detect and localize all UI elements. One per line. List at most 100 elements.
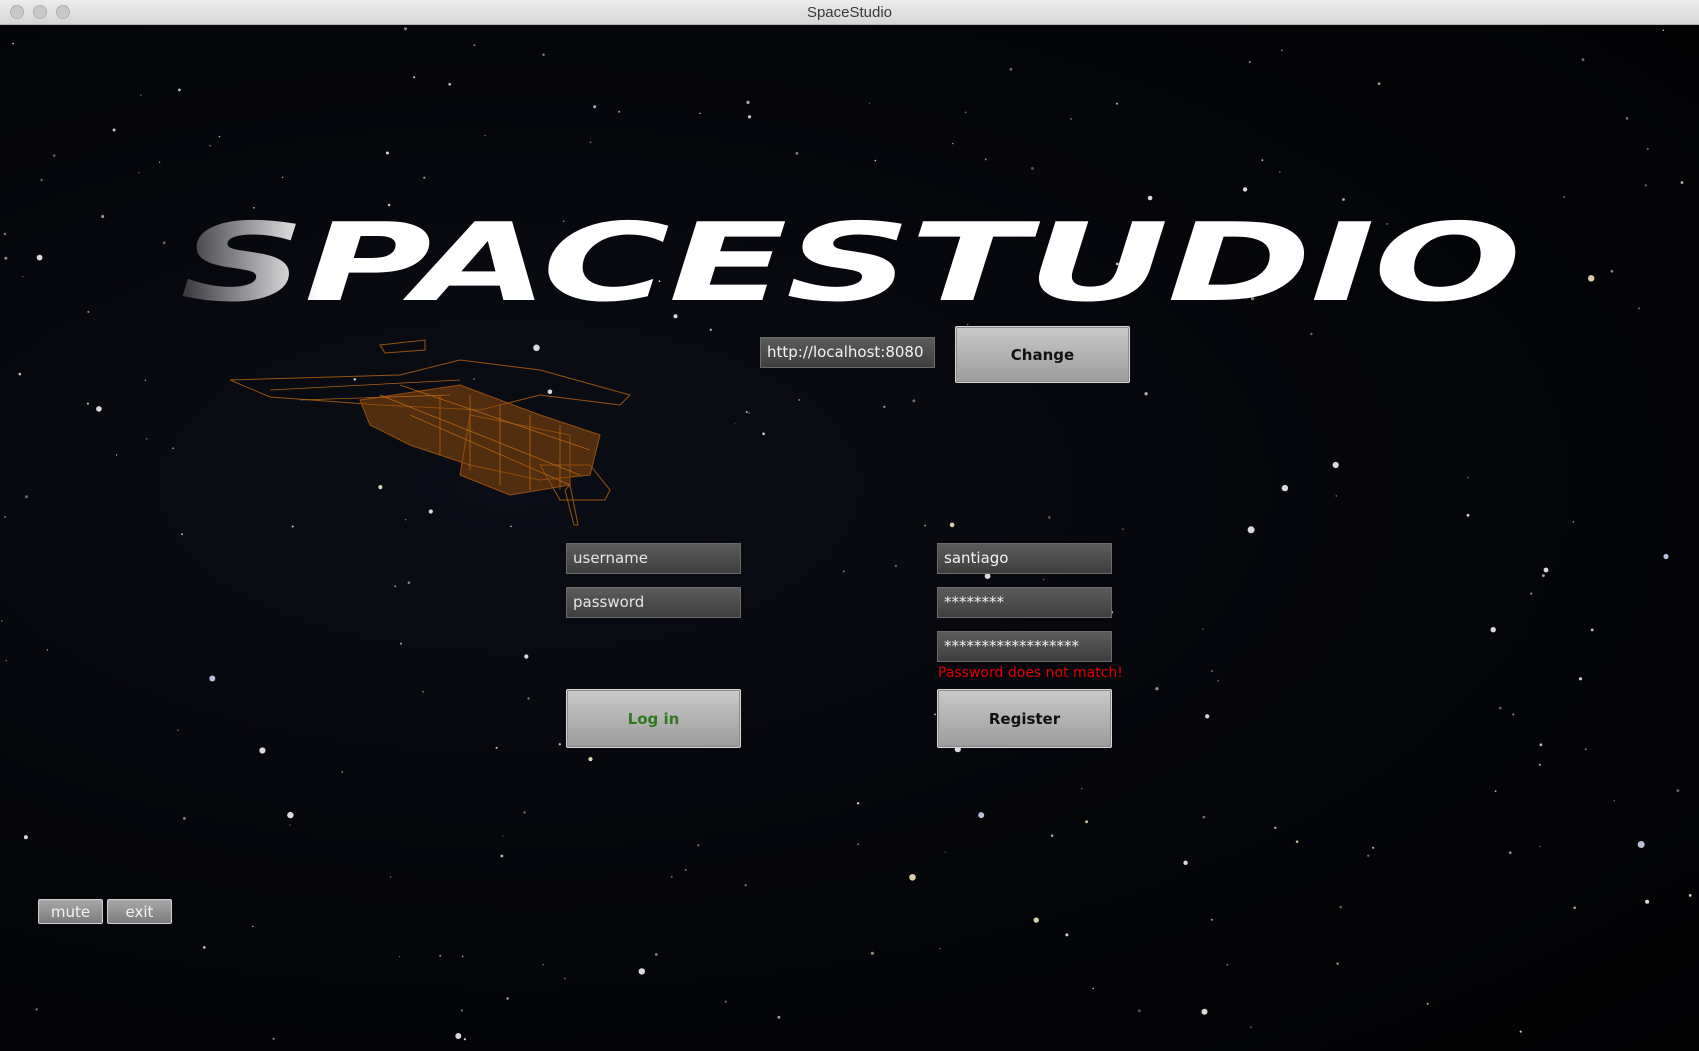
change-server-label: Change <box>1010 345 1075 364</box>
star <box>439 954 442 957</box>
star <box>1339 905 1343 909</box>
mute-button[interactable]: mute <box>38 899 103 924</box>
star <box>1310 332 1313 336</box>
register-username-field[interactable]: santiago <box>937 543 1112 574</box>
star <box>593 105 597 109</box>
register-button[interactable]: Register <box>937 689 1112 748</box>
login-username-field[interactable]: username <box>566 543 741 574</box>
star <box>924 524 926 527</box>
star <box>1539 743 1543 747</box>
star <box>1211 670 1213 672</box>
star <box>1563 196 1565 198</box>
star <box>1247 526 1255 534</box>
star <box>407 581 411 584</box>
password-mismatch-error: Password does not match! <box>938 665 1123 681</box>
star <box>697 844 700 847</box>
star <box>389 876 392 878</box>
star <box>1676 789 1680 793</box>
register-confirm-password-field[interactable]: ****************** <box>937 631 1112 662</box>
star <box>87 310 90 313</box>
star <box>181 533 183 536</box>
star <box>455 1033 462 1039</box>
star <box>1031 167 1034 170</box>
star <box>874 159 877 162</box>
star <box>523 811 526 814</box>
star <box>12 42 14 45</box>
star <box>387 203 391 207</box>
star <box>1578 677 1583 681</box>
star <box>35 1008 38 1011</box>
star <box>289 824 291 826</box>
star <box>912 399 916 403</box>
star <box>3 232 7 236</box>
star <box>46 649 49 651</box>
star <box>1508 851 1512 855</box>
exit-button[interactable]: exit <box>107 899 172 924</box>
star <box>96 406 102 412</box>
star <box>1662 29 1665 31</box>
star <box>398 955 401 958</box>
spaceship-illustration <box>229 339 631 526</box>
star <box>1688 894 1692 897</box>
star <box>1332 461 1339 469</box>
game-scene: SPACESTUDIO http://localhost:8080 Change… <box>0 25 1699 1051</box>
star <box>1281 484 1289 492</box>
star <box>1638 307 1641 310</box>
star <box>506 997 509 1000</box>
star <box>1539 845 1541 848</box>
star <box>1646 147 1649 150</box>
star <box>287 811 294 819</box>
star <box>1147 195 1153 201</box>
star <box>558 743 561 746</box>
star <box>1367 854 1370 857</box>
star <box>978 812 985 819</box>
login-password-field[interactable]: password <box>566 587 741 618</box>
star <box>22 276 24 278</box>
star <box>909 874 916 881</box>
star <box>385 151 389 155</box>
star <box>894 564 898 568</box>
server-url-field[interactable]: http://localhost:8080 <box>760 337 935 368</box>
star <box>734 422 736 424</box>
star <box>183 817 186 820</box>
star <box>883 405 886 408</box>
star <box>1519 1030 1522 1033</box>
star <box>1 620 3 622</box>
star <box>1613 800 1616 802</box>
login-button-label: Log in <box>627 709 680 728</box>
register-password-field[interactable]: ******** <box>937 587 1112 618</box>
star <box>1610 270 1614 273</box>
star <box>748 412 750 414</box>
star <box>762 432 765 436</box>
star <box>934 713 936 716</box>
window-title: SpaceStudio <box>806 4 893 21</box>
star <box>1202 628 1204 630</box>
star <box>655 953 658 956</box>
star <box>25 495 28 499</box>
star <box>1590 628 1594 632</box>
star <box>699 112 701 115</box>
star <box>1295 840 1299 843</box>
star <box>394 585 397 588</box>
star <box>744 884 747 887</box>
change-server-button[interactable]: Change <box>955 326 1130 383</box>
star <box>1584 748 1587 751</box>
star <box>1050 834 1054 837</box>
star <box>1588 275 1595 282</box>
star <box>724 1000 727 1003</box>
star <box>460 1009 463 1012</box>
star <box>1281 49 1283 52</box>
login-button[interactable]: Log in <box>566 689 741 748</box>
star <box>588 757 593 762</box>
star <box>159 161 161 163</box>
star <box>1070 117 1073 120</box>
star <box>868 102 871 104</box>
star <box>1137 1009 1141 1013</box>
star <box>4 256 8 260</box>
star <box>461 955 464 958</box>
star <box>86 402 89 405</box>
star <box>1543 567 1549 573</box>
star <box>1226 963 1229 966</box>
star <box>870 951 875 955</box>
star <box>618 110 621 113</box>
